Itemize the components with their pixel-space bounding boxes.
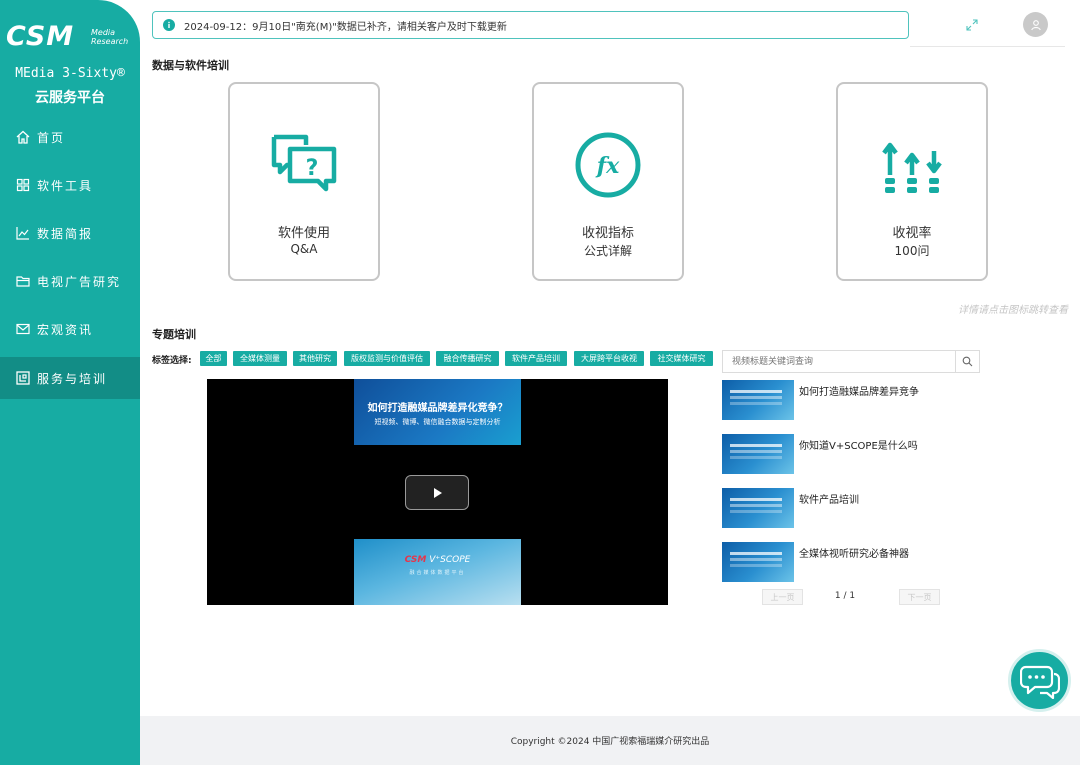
search-icon bbox=[962, 356, 973, 367]
chat-bubbles-icon bbox=[1019, 665, 1060, 699]
video-slide-top: 如何打造融媒品牌差异化竞争？ 短视频、微博、微信融合数据与定制分析 bbox=[354, 379, 521, 445]
avatar[interactable] bbox=[1023, 12, 1048, 37]
video-slide-tagline: 融合媒体数据平台 bbox=[409, 570, 466, 576]
ratings-arrows-icon bbox=[882, 142, 942, 193]
video-slide-logo: CSM V⁺SCOPE bbox=[354, 555, 521, 565]
card-line1: 收视率 bbox=[892, 226, 932, 241]
video-thumbnail bbox=[722, 488, 794, 528]
grid-icon bbox=[16, 178, 30, 192]
card-line2: 100问 bbox=[894, 244, 930, 258]
tag-social-media[interactable]: 社交媒体研究 bbox=[650, 351, 713, 366]
sidebar-item-software-tools[interactable]: 软件工具 bbox=[0, 164, 140, 206]
pager-info: 1 / 1 bbox=[834, 591, 856, 601]
card-line1: 软件使用 bbox=[277, 226, 330, 241]
card-metric-formulas[interactable]: fx 收视指标 公式详解 bbox=[532, 82, 684, 281]
notice-banner[interactable]: 2024-09-12：9月10日"南充(M)"数据已补齐，请相关客户及时下载更新 bbox=[152, 11, 909, 39]
card-line2: 公式详解 bbox=[583, 244, 632, 258]
section-title-data-training: 数据与软件培训 bbox=[152, 59, 229, 72]
video-slide-bottom: CSM V⁺SCOPE 融合媒体数据平台 bbox=[354, 539, 521, 605]
tag-copyright[interactable]: 版权监测与价值评估 bbox=[344, 351, 430, 366]
platform-name: 云服务平台 bbox=[35, 90, 105, 106]
video-list-item[interactable]: 软件产品培训 bbox=[722, 488, 980, 530]
sidebar-item-macro-news[interactable]: 宏观资讯 bbox=[0, 308, 140, 350]
logo-sub-line2: Research bbox=[91, 37, 129, 46]
logo-sub-text: Media Research bbox=[91, 28, 128, 46]
card-software-qa[interactable]: ? 软件使用 Q&A bbox=[228, 82, 380, 281]
video-thumbnail bbox=[722, 380, 794, 420]
search-button[interactable] bbox=[955, 351, 979, 372]
sidebar-item-data-briefing[interactable]: 数据简报 bbox=[0, 212, 140, 254]
home-icon bbox=[16, 130, 30, 144]
video-thumbnail bbox=[722, 542, 794, 582]
card-ratings-faq[interactable]: 收视率 100问 bbox=[836, 82, 988, 281]
fx-icon: fx bbox=[575, 132, 641, 198]
info-icon bbox=[163, 19, 175, 31]
video-thumbnail bbox=[722, 434, 794, 474]
video-list-item[interactable]: 如何打造融媒品牌差异竞争 bbox=[722, 380, 980, 422]
svg-text:?: ? bbox=[306, 156, 319, 181]
video-slide-title: 如何打造融媒品牌差异化竞争？ bbox=[367, 403, 508, 414]
topbar-divider bbox=[910, 46, 1065, 47]
service-icon bbox=[16, 371, 30, 385]
card-line2: Q&A bbox=[290, 242, 318, 256]
video-list-item[interactable]: 全媒体视听研究必备神器 bbox=[722, 542, 980, 584]
sidebar-item-label: 服务与培训 bbox=[37, 371, 108, 386]
sidebar-item-label: 电视广告研究 bbox=[37, 274, 122, 289]
expand-icon[interactable] bbox=[966, 19, 978, 31]
mail-icon bbox=[16, 323, 30, 335]
tag-all[interactable]: 全部 bbox=[200, 351, 227, 366]
play-button[interactable] bbox=[405, 475, 469, 510]
sidebar: CSM Media Research MEdia 3-Sixty® 云服务平台 … bbox=[0, 0, 140, 765]
pager-next-button[interactable]: 下一页 bbox=[899, 589, 940, 605]
video-slide-logo-csm: CSM bbox=[404, 555, 427, 565]
video-search bbox=[722, 350, 980, 373]
pager-prev-button[interactable]: 上一页 bbox=[762, 589, 803, 605]
video-player[interactable]: 如何打造融媒品牌差异化竞争？ 短视频、微博、微信融合数据与定制分析 CSM V⁺… bbox=[207, 379, 668, 605]
notice-text: 2024-09-12：9月10日"南充(M)"数据已补齐，请相关客户及时下载更新 bbox=[184, 21, 507, 33]
sidebar-item-label: 软件工具 bbox=[37, 178, 94, 193]
tag-convergence[interactable]: 融合传播研究 bbox=[436, 351, 499, 366]
csm-logo[interactable]: CSM Media Research bbox=[6, 18, 136, 58]
user-icon bbox=[1030, 19, 1041, 30]
video-slide-subtitle: 短视频、微博、微信融合数据与定制分析 bbox=[374, 418, 501, 426]
chat-question-icon: ? bbox=[271, 134, 337, 192]
card-line1: 收视指标 bbox=[581, 226, 634, 241]
footer-copyright: Copyright ©2024 中国广视索福瑞媒介研究出品 bbox=[510, 737, 710, 747]
tag-big-screen[interactable]: 大屏跨平台收视 bbox=[574, 351, 644, 366]
card-hint: 详情请点击图标跳转查看 bbox=[958, 305, 1068, 316]
tag-other-research[interactable]: 其他研究 bbox=[293, 351, 337, 366]
sidebar-item-label: 首页 bbox=[37, 130, 66, 145]
tag-all-media[interactable]: 全媒体测量 bbox=[233, 351, 287, 366]
footer: Copyright ©2024 中国广视索福瑞媒介研究出品 bbox=[140, 716, 1080, 765]
svg-text:fx: fx bbox=[595, 153, 620, 179]
video-title: 如何打造融媒品牌差异竞争 bbox=[799, 387, 919, 398]
video-list-item[interactable]: 你知道V+SCOPE是什么吗 bbox=[722, 434, 980, 476]
video-title: 你知道V+SCOPE是什么吗 bbox=[799, 441, 918, 452]
folder-icon bbox=[16, 276, 30, 287]
section-title-topic-training: 专题培训 bbox=[152, 328, 196, 341]
tag-label: 标签选择: bbox=[152, 356, 192, 366]
sidebar-item-label: 宏观资讯 bbox=[37, 322, 94, 337]
sidebar-item-home[interactable]: 首页 bbox=[0, 116, 140, 158]
video-slide-logo-rest: V⁺SCOPE bbox=[426, 555, 471, 565]
sidebar-item-service-training[interactable]: 服务与培训 bbox=[0, 357, 140, 399]
video-title: 全媒体视听研究必备神器 bbox=[799, 549, 909, 560]
product-name: MEdia 3-Sixty® bbox=[15, 66, 125, 81]
tag-software-training[interactable]: 软件产品培训 bbox=[505, 351, 567, 366]
logo-main-text: CSM bbox=[6, 21, 75, 52]
sidebar-item-label: 数据简报 bbox=[37, 226, 94, 241]
video-search-input[interactable] bbox=[723, 351, 955, 372]
logo-sub-line1: Media bbox=[91, 28, 116, 37]
sidebar-item-tv-ad-research[interactable]: 电视广告研究 bbox=[0, 260, 140, 302]
play-icon bbox=[434, 487, 442, 498]
line-chart-icon bbox=[16, 227, 29, 240]
video-title: 软件产品培训 bbox=[799, 495, 859, 506]
chat-button[interactable] bbox=[1008, 649, 1071, 712]
